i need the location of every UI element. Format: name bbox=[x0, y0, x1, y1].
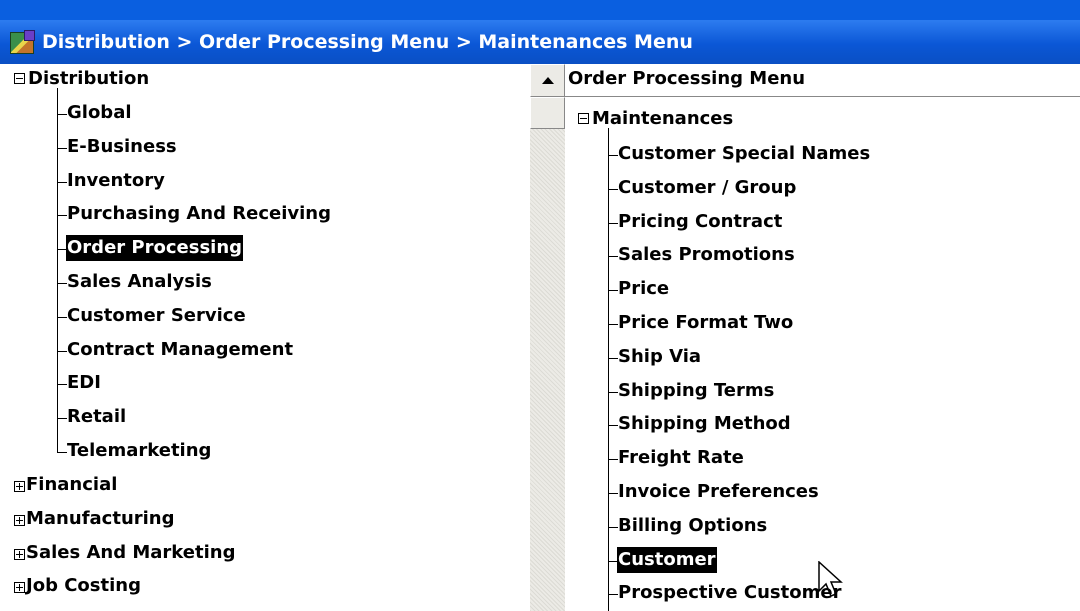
tree-item-sales-and-marketing[interactable]: Sales And Marketing bbox=[25, 540, 236, 566]
tree-connector-line bbox=[608, 128, 609, 611]
tree-item-label: Order Processing bbox=[66, 235, 244, 261]
tree-item-customer-special-names[interactable]: Customer Special Names bbox=[617, 141, 871, 167]
tree-item-label: Contract Management bbox=[67, 339, 294, 360]
tree-item-pricing-contract[interactable]: Pricing Contract bbox=[617, 209, 783, 235]
tree-item-label: Purchasing And Receiving bbox=[67, 203, 331, 224]
tree-item-label: Maintenances bbox=[592, 108, 734, 129]
tree-item-label: EDI bbox=[67, 372, 101, 393]
tree-item-maintenances[interactable]: Maintenances bbox=[591, 106, 734, 132]
app-icon bbox=[10, 30, 35, 54]
tree-item-price[interactable]: Price bbox=[617, 276, 670, 302]
tree-item-sales-promotions[interactable]: Sales Promotions bbox=[617, 242, 796, 268]
tree-item-ship-via[interactable]: Ship Via bbox=[617, 344, 702, 370]
tree-item-label: Sales Analysis bbox=[67, 271, 212, 292]
tree-item-prospective-customer[interactable]: Prospective Customer bbox=[617, 580, 842, 606]
right-pane-header[interactable]: Order Processing Menu bbox=[567, 66, 806, 92]
tree-item-label: Retail bbox=[67, 406, 127, 427]
tree-item-label: Shipping Method bbox=[618, 413, 791, 434]
expand-job-costing-icon[interactable] bbox=[14, 582, 25, 593]
expand-sales-and-marketing-icon[interactable] bbox=[14, 549, 25, 560]
tree-item-shipping-terms[interactable]: Shipping Terms bbox=[617, 378, 775, 404]
tree-item-label: Financial bbox=[26, 474, 118, 495]
vertical-scrollbar[interactable] bbox=[530, 64, 565, 611]
tree-item-label: Customer Service bbox=[67, 305, 246, 326]
tree-item-price-format-two[interactable]: Price Format Two bbox=[617, 310, 794, 336]
scroll-thumb[interactable] bbox=[530, 97, 565, 129]
tree-item-label: Job Costing bbox=[26, 575, 141, 596]
tree-item-order-processing[interactable]: Order Processing bbox=[66, 235, 244, 261]
scroll-up-button[interactable] bbox=[530, 64, 565, 97]
tree-item-telemarketing[interactable]: Telemarketing bbox=[66, 438, 212, 464]
tree-item-label: Global bbox=[67, 102, 132, 123]
tree-item-label: Price bbox=[618, 278, 670, 299]
tree-item-job-costing[interactable]: Job Costing bbox=[25, 573, 142, 599]
tree-item-label: Sales And Marketing bbox=[26, 542, 236, 563]
tree-item-label: Billing Options bbox=[618, 515, 768, 536]
tree-item-retail[interactable]: Retail bbox=[66, 404, 127, 430]
window-title: Distribution > Order Processing Menu > M… bbox=[42, 31, 693, 53]
scroll-up-arrow-icon bbox=[541, 77, 554, 84]
tree-item-financial[interactable]: Financial bbox=[25, 472, 118, 498]
tree-item-label: Telemarketing bbox=[67, 440, 212, 461]
collapse-distribution-icon[interactable] bbox=[14, 73, 25, 84]
tree-item-invoice-preferences[interactable]: Invoice Preferences bbox=[617, 479, 820, 505]
tree-item-purchasing-and-receiving[interactable]: Purchasing And Receiving bbox=[66, 201, 332, 227]
tree-item-customer[interactable]: Customer bbox=[617, 547, 717, 573]
tree-item-freight-rate[interactable]: Freight Rate bbox=[617, 445, 745, 471]
tree-item-label: Manufacturing bbox=[26, 508, 175, 529]
tree-item-label: Customer / Group bbox=[618, 177, 797, 198]
tree-item-label: Inventory bbox=[67, 170, 165, 191]
tree-item-e-business[interactable]: E-Business bbox=[66, 134, 178, 160]
expand-financial-icon[interactable] bbox=[14, 481, 25, 492]
tree-item-label: Customer Special Names bbox=[618, 143, 871, 164]
tree-item-label: Distribution bbox=[28, 68, 150, 89]
tree-item-label: Pricing Contract bbox=[618, 211, 783, 232]
tree-item-customer-service[interactable]: Customer Service bbox=[66, 303, 247, 329]
tree-item-inventory[interactable]: Inventory bbox=[66, 168, 166, 194]
tree-item-label: Prospective Customer bbox=[618, 582, 842, 603]
tree-item-label: Invoice Preferences bbox=[618, 481, 819, 502]
tree-item-label: E-Business bbox=[67, 136, 177, 157]
tree-item-label: Customer bbox=[617, 547, 717, 573]
tree-item-billing-options[interactable]: Billing Options bbox=[617, 513, 768, 539]
tree-item-label: Price Format Two bbox=[618, 312, 794, 333]
tree-item-distribution[interactable]: Distribution bbox=[27, 66, 150, 92]
expand-manufacturing-icon[interactable] bbox=[14, 515, 25, 526]
tree-item-label: Ship Via bbox=[618, 346, 702, 367]
tree-item-edi[interactable]: EDI bbox=[66, 370, 102, 396]
pane-header-divider bbox=[565, 96, 1080, 97]
tree-item-contract-management[interactable]: Contract Management bbox=[66, 337, 294, 363]
tree-item-manufacturing[interactable]: Manufacturing bbox=[25, 506, 176, 532]
tree-item-shipping-method[interactable]: Shipping Method bbox=[617, 411, 792, 437]
tree-connector-line bbox=[57, 88, 58, 452]
tree-item-label: Order Processing Menu bbox=[568, 68, 806, 89]
tree-item-sales-analysis[interactable]: Sales Analysis bbox=[66, 269, 213, 295]
tree-item-label: Sales Promotions bbox=[618, 244, 795, 265]
tree-item-global[interactable]: Global bbox=[66, 100, 133, 126]
tree-item-customer-group[interactable]: Customer / Group bbox=[617, 175, 797, 201]
tree-item-label: Shipping Terms bbox=[618, 380, 775, 401]
collapse-maintenances-icon[interactable] bbox=[578, 113, 589, 124]
tree-item-label: Freight Rate bbox=[618, 447, 744, 468]
